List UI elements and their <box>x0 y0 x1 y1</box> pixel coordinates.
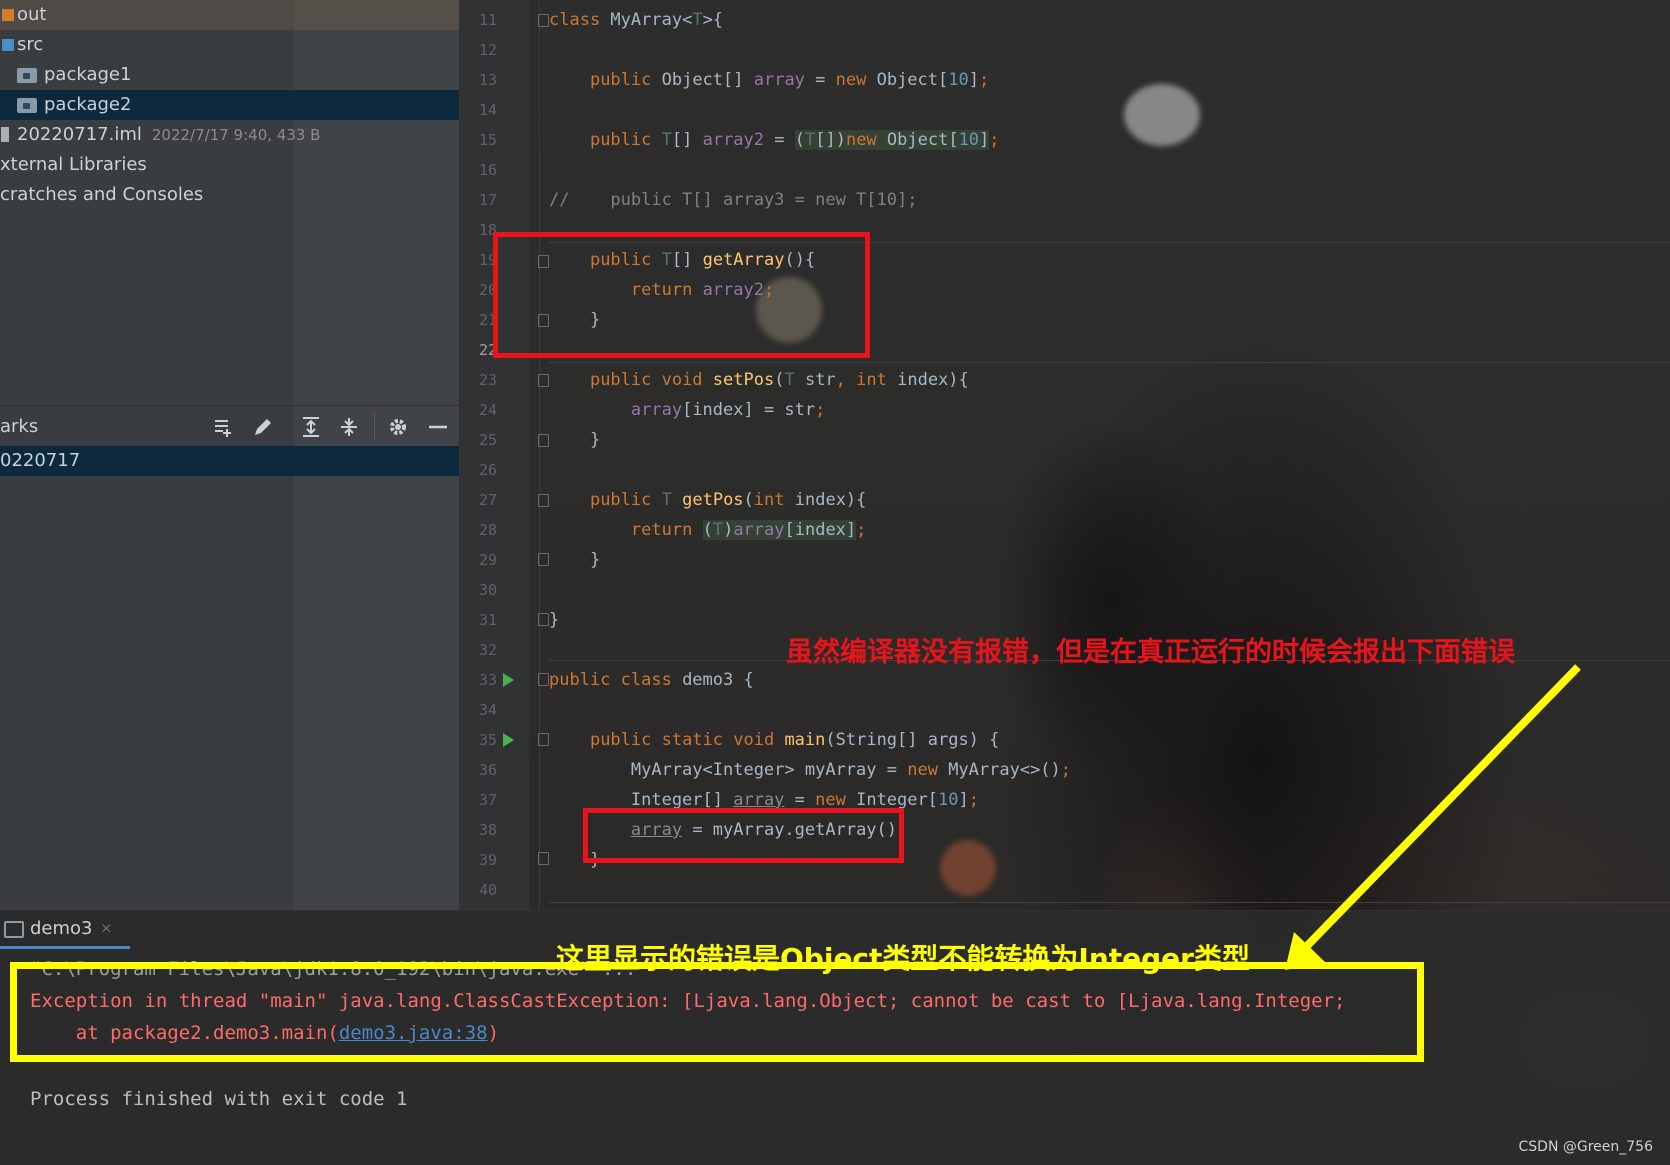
watermark: CSDN @Green_756 <box>1518 1139 1653 1155</box>
annotation-arrow <box>1285 664 1581 970</box>
